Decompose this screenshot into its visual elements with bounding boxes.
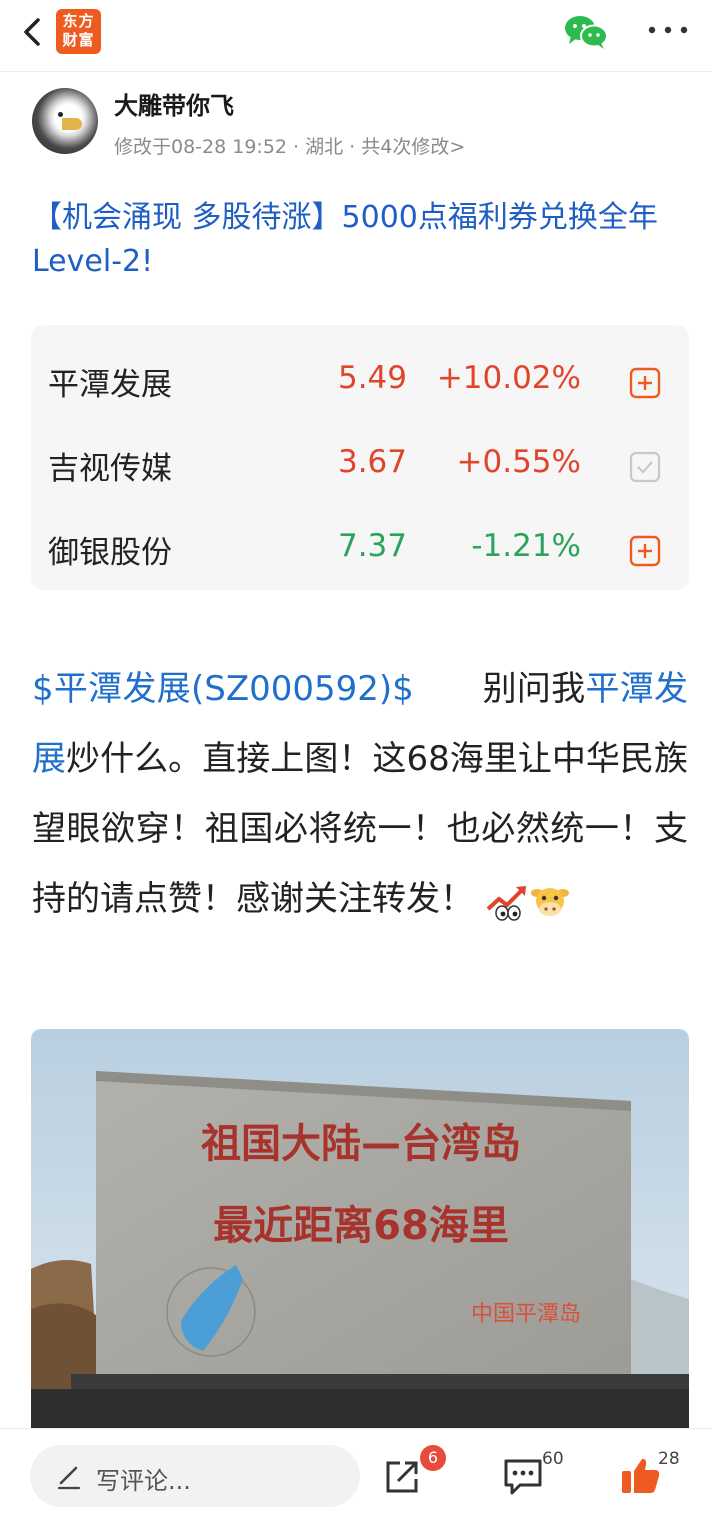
stock-tag-link[interactable]: $平潭发展(SZ000592)$ (32, 669, 414, 709)
add-icon[interactable] (629, 535, 661, 567)
post-meta[interactable]: 修改于08-28 19:52 · 湖北 · 共4次修改> (114, 132, 465, 159)
rising-chart-eyes-icon (486, 885, 526, 921)
stock-change: -1.21% (471, 528, 581, 564)
comment-input[interactable]: 写评论... (30, 1445, 360, 1507)
top-bar: 东方 财富 (0, 0, 712, 72)
avatar-beak (62, 118, 82, 130)
stock-name: 平潭发展 (48, 367, 172, 403)
stock-change: +10.02% (436, 360, 581, 396)
logo-text-top: 东方 (62, 12, 95, 30)
avatar-eye (58, 112, 63, 117)
pen-icon (57, 1466, 81, 1490)
stock-price: 3.67 (337, 444, 407, 480)
stock-row[interactable]: 御银股份 7.37 -1.21% (31, 501, 689, 585)
stock-name: 御银股份 (48, 535, 172, 571)
post-image[interactable]: 祖国大陆—台湾岛 最近距离68海里 中国平潭岛 (31, 1029, 689, 1429)
stock-card: 平潭发展 5.49 +10.02% 吉视传媒 3.67 +0.55% 御银股份 … (31, 325, 689, 590)
stock-name: 吉视传媒 (48, 451, 172, 487)
chevron-left-icon[interactable] (14, 12, 54, 52)
monument-text-line1: 祖国大陆—台湾岛 (201, 1121, 521, 1167)
comment-placeholder: 写评论... (96, 1467, 191, 1495)
wechat-icon[interactable] (563, 14, 609, 50)
stock-price: 7.37 (337, 528, 407, 564)
monument-text-line2: 最近距离68海里 (213, 1203, 509, 1249)
app-logo[interactable]: 东方 财富 (56, 9, 101, 54)
photo-watermark: 中国平潭岛 (471, 1302, 581, 1327)
more-dots-icon[interactable] (646, 18, 690, 42)
comment-icon[interactable] (502, 1457, 544, 1497)
avatar[interactable] (32, 88, 98, 154)
logo-text-bottom: 财富 (62, 31, 95, 49)
like-count: 28 (658, 1449, 680, 1469)
bottom-bar: 写评论... 6 60 28 (0, 1428, 712, 1520)
stock-change: +0.55% (456, 444, 581, 480)
share-count-badge: 6 (420, 1445, 446, 1471)
body-text: 炒什么。直接上图！这68海里让中华民族望眼欲穿！祖国必将统一！也必然统一！支持的… (32, 739, 689, 919)
comment-count: 60 (542, 1449, 564, 1469)
body-text-intro: 别问我 (413, 669, 586, 709)
cow-face-icon (530, 887, 569, 916)
checked-icon[interactable] (629, 451, 661, 483)
stock-row[interactable]: 平潭发展 5.49 +10.02% (31, 333, 689, 417)
stock-price: 5.49 (337, 360, 407, 396)
share-icon[interactable] (382, 1457, 422, 1497)
monument-photo: 祖国大陆—台湾岛 最近距离68海里 中国平潭岛 (31, 1029, 689, 1429)
author-name[interactable]: 大雕带你飞 (114, 86, 234, 121)
post-title[interactable]: 【机会涌现 多股待涨】5000点福利券兑换全年Level-2! (32, 196, 692, 284)
stock-row[interactable]: 吉视传媒 3.67 +0.55% (31, 417, 689, 501)
add-icon[interactable] (629, 367, 661, 399)
like-icon[interactable] (620, 1455, 662, 1497)
post-body: $平潭发展(SZ000592)$ 别问我平潭发展炒什么。直接上图！这68海里让中… (32, 654, 688, 934)
